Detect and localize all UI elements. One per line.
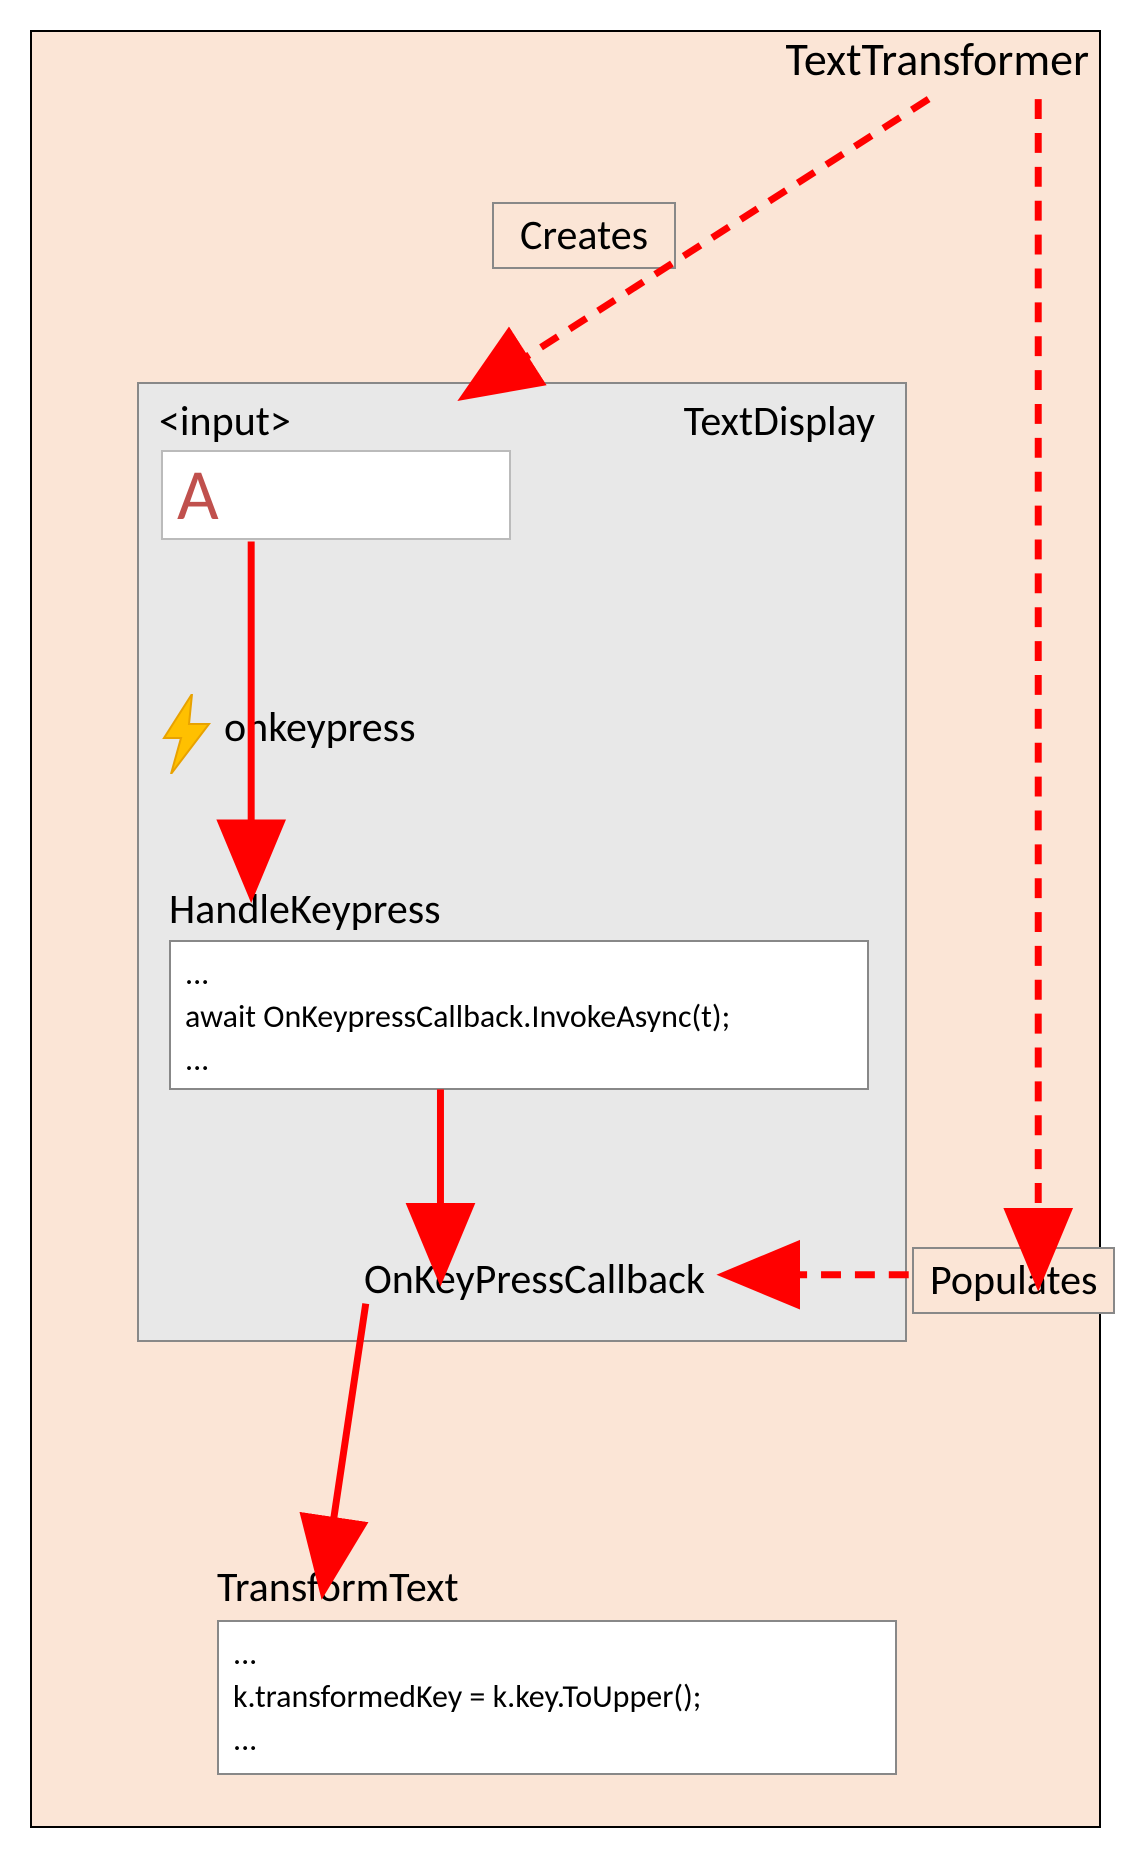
- onkeypress-callback-label: OnKeyPressCallback: [364, 1254, 705, 1305]
- diagram-canvas: TextTransformer Creates <input> TextDisp…: [0, 0, 1131, 1858]
- transform-text-code: ... k.transformedKey = k.key.ToUpper(); …: [217, 1620, 897, 1775]
- populates-label: Populates: [912, 1247, 1115, 1314]
- lightning-icon: [159, 694, 214, 779]
- input-field: A: [161, 450, 511, 540]
- onkeypress-label: onkeypress: [224, 702, 416, 753]
- handle-keypress-code: ... await OnKeypressCallback.InvokeAsync…: [169, 940, 869, 1090]
- text-transformer-box: TextTransformer Creates <input> TextDisp…: [30, 30, 1101, 1828]
- text-display-box: <input> TextDisplay A onkeypress HandleK…: [137, 382, 907, 1342]
- transform-text-label: TransformText: [217, 1562, 459, 1613]
- handle-keypress-label: HandleKeypress: [169, 884, 441, 935]
- input-tag-label: <input>: [159, 396, 291, 447]
- creates-label: Creates: [492, 202, 676, 269]
- text-display-title: TextDisplay: [684, 396, 875, 447]
- text-transformer-title: TextTransformer: [786, 32, 1089, 88]
